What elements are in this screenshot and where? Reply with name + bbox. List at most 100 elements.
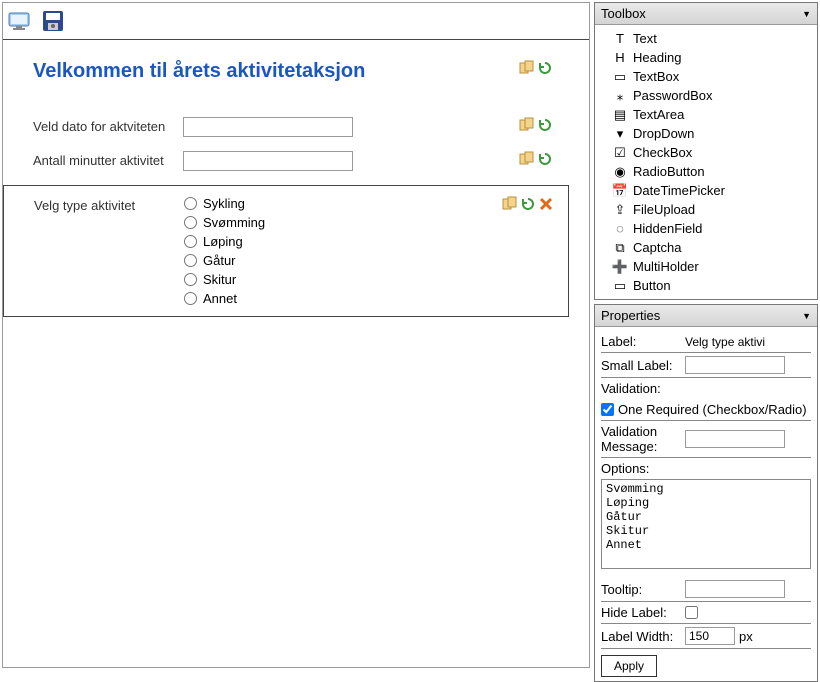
tool-item-textbox[interactable]: ▭ TextBox	[601, 67, 811, 86]
button-icon: ▭	[613, 279, 627, 293]
option-line[interactable]: Annet	[604, 538, 808, 552]
prop-valmsg-input[interactable]	[685, 430, 785, 448]
tool-label: TextBox	[633, 69, 679, 84]
date-label: Veld dato for aktviteten	[33, 117, 183, 134]
copy-icon[interactable]	[519, 151, 535, 167]
tool-label: PasswordBox	[633, 88, 712, 103]
text-icon: T	[613, 32, 627, 46]
prop-validation-text: One Required (Checkbox/Radio)	[618, 402, 807, 417]
refresh-icon[interactable]	[537, 117, 553, 133]
refresh-icon[interactable]	[520, 196, 536, 212]
tool-item-button[interactable]: ▭ Button	[601, 276, 811, 295]
prop-options-list[interactable]: SvømmingLøpingGåturSkiturAnnet	[601, 479, 811, 569]
radio-option[interactable]: Løping	[184, 234, 265, 249]
form-heading: Velkommen til årets aktivitetaksjon	[33, 60, 365, 83]
tool-label: RadioButton	[633, 164, 705, 179]
properties-header[interactable]: Properties ▼	[595, 305, 817, 327]
radio-option[interactable]: Annet	[184, 291, 265, 306]
tool-label: Button	[633, 278, 671, 293]
date-input[interactable]	[183, 117, 353, 137]
textbox-icon: ▭	[613, 70, 627, 84]
tool-label: Captcha	[633, 240, 681, 255]
toolbox-header[interactable]: Toolbox ▼	[595, 3, 817, 25]
save-button[interactable]	[39, 7, 67, 35]
tool-label: MultiHolder	[633, 259, 699, 274]
tool-item-heading[interactable]: HHeading	[601, 48, 811, 67]
preview-button[interactable]	[7, 7, 35, 35]
date-field-row: Veld dato for aktviteten	[33, 117, 559, 137]
copy-icon[interactable]	[519, 117, 535, 133]
prop-labelwidth-unit: px	[739, 629, 753, 644]
tool-label: CheckBox	[633, 145, 692, 160]
radio-label: Svømming	[203, 215, 265, 230]
tool-item-hiddenfield[interactable]: ◌ HiddenField	[601, 219, 811, 238]
designer-canvas: Velkommen til årets aktivitetaksjon Veld…	[2, 2, 590, 668]
toolbox-panel: Toolbox ▼ TTextHHeading ▭ TextBox ⁎Password…	[594, 2, 818, 300]
dropdown-icon: ▾	[613, 127, 627, 141]
refresh-icon[interactable]	[537, 151, 553, 167]
radiobutton-icon: ◉	[613, 165, 627, 179]
prop-small-label-input[interactable]	[685, 356, 785, 374]
selected-field-box[interactable]: Velg type aktivitet Sykling Svømming Løpin…	[3, 185, 569, 317]
radio-input[interactable]	[184, 197, 197, 210]
radio-option[interactable]: Gåtur	[184, 253, 265, 268]
prop-labelwidth-label: Label Width:	[601, 629, 681, 644]
radio-input[interactable]	[184, 292, 197, 305]
radio-group: Sykling Svømming Løping Gåtur Skitur Annet	[184, 196, 265, 306]
delete-icon[interactable]	[538, 196, 554, 212]
tool-item-fileupload[interactable]: ⇪ FileUpload	[601, 200, 811, 219]
tool-item-text[interactable]: TText	[601, 29, 811, 48]
toolbar	[3, 3, 589, 40]
radio-option[interactable]: Sykling	[184, 196, 265, 211]
radio-input[interactable]	[184, 235, 197, 248]
tool-item-multiholder[interactable]: ➕ MultiHolder	[601, 257, 811, 276]
prop-hidelabel-check[interactable]	[685, 606, 698, 619]
tool-label: HiddenField	[633, 221, 702, 236]
radio-input[interactable]	[184, 216, 197, 229]
prop-tooltip-label: Tooltip:	[601, 582, 681, 597]
tool-item-dropdown[interactable]: ▾ DropDown	[601, 124, 811, 143]
prop-hidelabel-label: Hide Label:	[601, 605, 681, 620]
hiddenfield-icon: ◌	[613, 222, 627, 236]
type-label: Velg type aktivitet	[34, 196, 184, 213]
prop-labelwidth-input[interactable]	[685, 627, 735, 645]
tool-item-passwordbox[interactable]: ⁎PasswordBox	[601, 86, 811, 105]
copy-icon[interactable]	[502, 196, 518, 212]
option-line[interactable]: Skitur	[604, 524, 808, 538]
radio-input[interactable]	[184, 273, 197, 286]
tool-item-textarea[interactable]: ▤TextArea	[601, 105, 811, 124]
prop-small-label-label: Small Label:	[601, 358, 681, 373]
tool-item-captcha[interactable]: ⧉ Captcha	[601, 238, 811, 257]
captcha-icon: ⧉	[613, 241, 627, 255]
refresh-icon[interactable]	[537, 60, 553, 76]
tool-item-datetimepicker[interactable]: 📅DateTimePicker	[601, 181, 811, 200]
tool-item-radiobutton[interactable]: ◉ RadioButton	[601, 162, 811, 181]
radio-label: Skitur	[203, 272, 236, 287]
radio-option[interactable]: Svømming	[184, 215, 265, 230]
minutes-label: Antall minutter aktivitet	[33, 151, 183, 168]
checkbox-icon: ☑	[613, 146, 627, 160]
tool-label: FileUpload	[633, 202, 695, 217]
option-line[interactable]: Svømming	[604, 482, 808, 496]
minutes-input[interactable]	[183, 151, 353, 171]
prop-tooltip-input[interactable]	[685, 580, 785, 598]
apply-button[interactable]: Apply	[601, 655, 657, 677]
collapse-icon: ▼	[802, 9, 811, 19]
collapse-icon: ▼	[802, 311, 811, 321]
textarea-icon: ▤	[613, 108, 627, 122]
radio-option[interactable]: Skitur	[184, 272, 265, 287]
radio-input[interactable]	[184, 254, 197, 267]
multiholder-icon: ➕	[613, 260, 627, 274]
option-line[interactable]: Gåtur	[604, 510, 808, 524]
copy-icon[interactable]	[519, 60, 535, 76]
prop-validation-check[interactable]	[601, 403, 614, 416]
fileupload-icon: ⇪	[613, 203, 627, 217]
properties-title: Properties	[601, 308, 660, 323]
heading-icon: H	[613, 51, 627, 65]
tool-label: DropDown	[633, 126, 694, 141]
radio-label: Sykling	[203, 196, 245, 211]
tool-item-checkbox[interactable]: ☑ CheckBox	[601, 143, 811, 162]
prop-valmsg-label: Validation Message:	[601, 424, 681, 454]
datetimepicker-icon: 📅	[613, 184, 627, 198]
option-line[interactable]: Løping	[604, 496, 808, 510]
